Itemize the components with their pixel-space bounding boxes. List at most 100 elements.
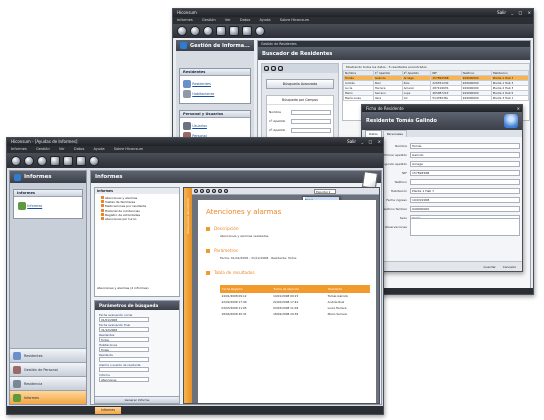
filter-label: Nombre <box>269 110 281 114</box>
help-icon[interactable] <box>255 26 265 36</box>
menu-item[interactable]: Sobre Hiconsum <box>280 18 309 22</box>
menu-item[interactable]: Gestión <box>36 147 50 151</box>
maximize-icon[interactable]: □ <box>369 139 373 144</box>
refresh-icon[interactable] <box>37 155 47 166</box>
menu-item[interactable]: Ver <box>225 18 231 22</box>
menu-item[interactable]: Ayuda <box>94 147 105 151</box>
param-input[interactable]: 31/12/2008 <box>99 327 149 332</box>
print-icon[interactable] <box>216 26 226 36</box>
param-input[interactable]: Atenciones <box>99 377 149 382</box>
form-row: Primer apellido Galindo <box>366 150 520 159</box>
back-window-titlebar[interactable]: Hiconsum Salir _ □ × <box>173 9 533 17</box>
residents-icon <box>13 352 21 360</box>
back-icon[interactable] <box>11 155 21 166</box>
add-icon[interactable] <box>264 66 269 71</box>
back-main-title: Buscador de Residentes <box>262 50 333 57</box>
detail-titlebar[interactable]: Ficha de Residente × <box>362 105 522 112</box>
edit-icon[interactable] <box>271 66 276 71</box>
maximize-icon[interactable]: □ <box>519 10 523 15</box>
table-row[interactable]: María Luisa Vera Gil 51478236L 949000000 Plan… <box>343 95 530 101</box>
nav-staff-button[interactable]: Gestión de Personal <box>10 362 86 376</box>
residents-link[interactable]: Residentes <box>192 82 211 86</box>
remove-icon[interactable] <box>278 66 283 71</box>
help-icon[interactable] <box>89 155 99 166</box>
minimize-icon[interactable]: _ <box>361 139 363 144</box>
export-label: Exportar <box>316 189 329 194</box>
param-input[interactable]: 01/01/2008 <box>99 317 149 322</box>
search-icon[interactable] <box>24 155 34 166</box>
save-icon[interactable] <box>63 155 73 166</box>
nav-residence-button[interactable]: Residencia <box>10 376 86 390</box>
nav-residents-button[interactable]: Residentes <box>10 348 86 362</box>
field-input[interactable]: 15789456B <box>410 169 520 176</box>
back-window-exit[interactable]: Salir <box>497 10 506 15</box>
advanced-search-button[interactable]: Búsqueda Avanzada <box>266 79 334 89</box>
refresh-icon[interactable] <box>203 26 213 36</box>
reports-icon <box>13 394 21 402</box>
app-logo-icon <box>14 173 21 181</box>
menu-item[interactable]: Datos <box>240 18 250 22</box>
param-input[interactable]: Todos <box>99 337 149 342</box>
surname1-filter-input[interactable] <box>291 119 331 124</box>
field-input[interactable]: Planta 1 Hab 7 <box>410 187 520 194</box>
back-icon[interactable] <box>177 26 187 36</box>
report-file-icon <box>101 204 104 208</box>
reports-link[interactable]: Informes <box>27 204 42 208</box>
field-input[interactable] <box>410 178 520 185</box>
tab-personales[interactable]: Personales <box>382 130 407 137</box>
menu-item[interactable]: Informes <box>11 147 27 151</box>
cancel-button[interactable]: Cancelar <box>503 265 516 269</box>
field-input[interactable]: 19/03/2008 <box>410 196 520 203</box>
close-icon[interactable]: × <box>378 139 381 144</box>
users-link[interactable]: Usuarios <box>192 124 207 128</box>
form-row: Teléfono <box>366 177 520 186</box>
first-page-icon[interactable] <box>194 189 198 193</box>
param-input[interactable]: Todas <box>99 347 149 352</box>
close-icon[interactable]: × <box>528 10 531 15</box>
delete-icon[interactable] <box>242 26 252 36</box>
export-dropdown[interactable]: Exportar ▾ <box>314 188 336 194</box>
menu-item[interactable]: Informes <box>177 18 193 22</box>
bottom-reports-tab[interactable]: Informes <box>95 407 122 414</box>
tab-datos[interactable]: Datos <box>365 130 382 137</box>
nav-reports-button[interactable]: Informes <box>10 390 86 404</box>
last-page-icon[interactable] <box>212 189 216 193</box>
report-file-icon <box>101 200 104 204</box>
rooms-link[interactable]: Habitaciones <box>192 92 214 96</box>
search-icon[interactable] <box>190 26 200 36</box>
next-page-icon[interactable] <box>206 189 210 193</box>
print-icon[interactable] <box>50 155 60 166</box>
field-input[interactable]: Galindo <box>410 151 520 158</box>
param-input[interactable] <box>99 367 149 372</box>
detail-tabs: Datos Personales <box>362 130 522 137</box>
print-report-icon[interactable] <box>224 189 228 193</box>
param-input[interactable] <box>99 357 149 362</box>
prev-page-icon[interactable] <box>200 189 204 193</box>
field-input[interactable]: 949000000 <box>410 205 520 212</box>
tree-item[interactable]: Atenciones por turno <box>101 217 177 221</box>
save-button[interactable]: Guardar <box>484 265 496 269</box>
tree-item-label: Atenciones por turno <box>105 217 137 222</box>
front-bottom-bar: Informes <box>7 406 383 414</box>
field-input[interactable] <box>410 217 520 236</box>
zoom-icon[interactable] <box>218 189 222 193</box>
nav-label: Residentes <box>24 354 43 358</box>
field-input[interactable]: Tomás <box>410 142 520 149</box>
close-icon[interactable]: × <box>517 106 520 111</box>
field-input[interactable]: Arriaga <box>410 160 520 167</box>
front-window-titlebar[interactable]: Hiconsum - [Ayudas de Informes] Salir _ … <box>7 138 383 146</box>
generate-report-button[interactable]: Generar Informe <box>95 396 179 403</box>
minimize-icon[interactable]: _ <box>511 10 513 15</box>
menu-item[interactable]: Ayuda <box>260 18 271 22</box>
name-filter-input[interactable] <box>291 110 331 115</box>
detail-footer: Guardar Cancelar <box>362 261 522 271</box>
save-icon[interactable] <box>229 26 239 36</box>
menu-item[interactable]: Sobre Hiconsum <box>114 147 143 151</box>
surname2-filter-input[interactable] <box>291 128 331 133</box>
menu-item[interactable]: Ver <box>59 147 65 151</box>
menu-item[interactable]: Gestión <box>202 18 216 22</box>
menu-item[interactable]: Datos <box>74 147 84 151</box>
delete-icon[interactable] <box>76 155 86 166</box>
front-window-exit[interactable]: Salir <box>347 139 356 144</box>
section-text: Atenciones y alarmas realizadas <box>220 234 269 238</box>
